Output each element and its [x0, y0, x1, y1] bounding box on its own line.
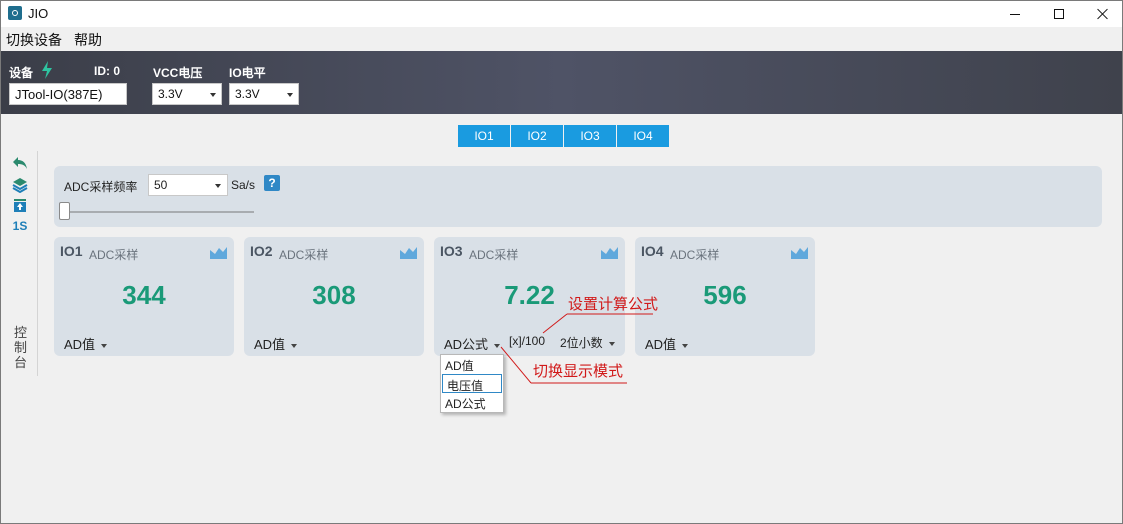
card-subtitle: ADC采样 — [670, 248, 720, 262]
card-title: IO4 — [641, 243, 664, 259]
chevron-down-icon — [215, 184, 221, 188]
card-title: IO1 — [60, 243, 83, 259]
close-icon — [1097, 8, 1109, 20]
card-mode-select[interactable]: AD值 — [64, 334, 108, 353]
title-bar: JIO — [1, 1, 1122, 27]
vcc-select-value: 3.3V — [158, 87, 183, 101]
menu-bar: 切换设备 帮助 — [1, 28, 1122, 50]
device-id-label: ID: 0 — [94, 64, 121, 78]
adc-rate-value: 50 — [154, 178, 168, 192]
io4-card: IO4 ADC采样 596 AD值 — [635, 237, 815, 356]
adc-settings-panel: ADC采样频率 50 Sa/s ? — [54, 166, 1102, 227]
card-mode-select[interactable]: AD公式 — [444, 334, 501, 353]
export-button[interactable] — [11, 197, 29, 215]
chevron-down-icon — [494, 343, 501, 348]
area-chart-icon[interactable] — [210, 247, 227, 259]
tab-io4[interactable]: IO4 — [617, 125, 669, 147]
console-label: 控制台 — [14, 325, 28, 370]
area-chart-icon[interactable] — [791, 247, 808, 259]
io-tabs: IO1 IO2 IO3 IO4 — [458, 125, 669, 147]
adc-rate-select[interactable]: 50 — [148, 174, 228, 196]
dropdown-option-voltage[interactable]: 电压值 — [442, 374, 502, 393]
lightning-icon — [42, 61, 52, 79]
chevron-down-icon — [682, 343, 689, 348]
undo-icon — [13, 157, 27, 169]
chevron-down-icon — [608, 341, 615, 346]
upload-icon — [14, 199, 26, 212]
card-mode-value: AD公式 — [444, 337, 489, 352]
slider-thumb[interactable] — [59, 202, 70, 220]
adc-rate-unit: Sa/s — [231, 178, 256, 192]
card-mode-select[interactable]: AD值 — [645, 334, 689, 353]
annotation-formula-note: 设置计算公式 — [568, 296, 659, 313]
dropdown-option-ad-value[interactable]: AD值 — [441, 355, 503, 374]
menu-switch-device[interactable]: 切换设备 — [1, 28, 69, 50]
card-mode-value: AD值 — [645, 337, 677, 352]
area-chart-icon[interactable] — [400, 247, 417, 259]
card-subtitle: ADC采样 — [279, 248, 329, 262]
minimize-button[interactable] — [992, 1, 1038, 27]
card-value: 344 — [122, 280, 166, 310]
card-subtitle: ADC采样 — [469, 248, 519, 262]
tab-io1[interactable]: IO1 — [458, 125, 510, 147]
dropdown-option-ad-formula[interactable]: AD公式 — [441, 393, 503, 412]
tab-io2[interactable]: IO2 — [511, 125, 563, 147]
close-button[interactable] — [1080, 1, 1122, 27]
io-level-select-value: 3.3V — [235, 87, 260, 101]
device-label: 设备 — [9, 66, 34, 80]
card-subtitle: ADC采样 — [89, 248, 139, 262]
device-name-field[interactable]: JTool-IO(387E) — [9, 83, 127, 105]
card-value: 308 — [312, 280, 356, 310]
back-button[interactable] — [11, 154, 29, 172]
menu-help[interactable]: 帮助 — [69, 28, 109, 50]
interval-button[interactable]: 1S — [11, 217, 29, 235]
help-icon[interactable]: ? — [264, 175, 280, 191]
formula-field[interactable]: [x]/100 — [509, 334, 545, 348]
card-title: IO2 — [250, 243, 273, 259]
maximize-button[interactable] — [1036, 1, 1082, 27]
decimals-value: 2位小数 — [560, 336, 603, 350]
maximize-icon — [1054, 9, 1064, 19]
area-chart-icon[interactable] — [601, 247, 618, 259]
chevron-down-icon — [101, 343, 108, 348]
chevron-down-icon — [287, 93, 293, 97]
device-header: 设备 ID: 0 VCC电压 IO电平 JTool-IO(387E) 3.3V … — [1, 51, 1122, 114]
layers-button[interactable] — [11, 176, 29, 194]
minimize-icon — [1010, 13, 1020, 15]
app-window: JIO 切换设备 帮助 设备 ID: 0 VCC电压 IO电平 JTool-IO… — [0, 0, 1123, 524]
adc-rate-label: ADC采样频率 — [64, 180, 138, 194]
decimals-select[interactable]: 2位小数 — [560, 334, 615, 351]
tab-io3[interactable]: IO3 — [564, 125, 616, 147]
io-level-select[interactable]: 3.3V — [229, 83, 299, 105]
io-level-label: IO电平 — [229, 66, 266, 80]
chevron-down-icon — [210, 93, 216, 97]
app-icon — [8, 6, 22, 20]
io2-card: IO2 ADC采样 308 AD值 — [244, 237, 424, 356]
vcc-select[interactable]: 3.3V — [152, 83, 222, 105]
annotation-mode-note: 切换显示模式 — [533, 363, 624, 380]
toolbar-divider — [37, 151, 38, 376]
mode-dropdown: AD值 电压值 AD公式 — [440, 354, 504, 413]
layers-icon — [12, 178, 28, 193]
card-mode-value: AD值 — [254, 337, 286, 352]
card-value: 596 — [703, 280, 747, 310]
io1-card: IO1 ADC采样 344 AD值 — [54, 237, 234, 356]
card-mode-value: AD值 — [64, 337, 96, 352]
chevron-down-icon — [291, 343, 298, 348]
card-mode-select[interactable]: AD值 — [254, 334, 298, 353]
adc-rate-slider[interactable] — [62, 211, 254, 213]
card-title: IO3 — [440, 243, 463, 259]
vcc-label: VCC电压 — [153, 66, 203, 80]
window-title: JIO — [28, 6, 49, 21]
